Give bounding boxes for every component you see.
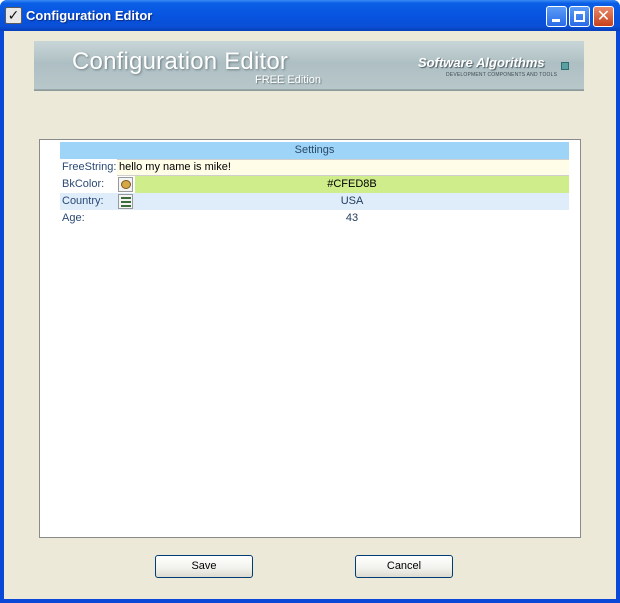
banner: Configuration Editor FREE Edition Softwa…: [34, 41, 584, 91]
property-value: hello my name is mike!: [119, 161, 231, 173]
brand-tagline: DEVELOPMENT COMPONENTS AND TOOLS: [446, 72, 558, 78]
maximize-icon: [574, 11, 585, 22]
brand-logo-text: Software Algorithms: [418, 55, 545, 70]
configuration-editor-window: ✓ Configuration Editor ✕ Configuration E…: [0, 0, 620, 603]
property-label-cell: FreeString:: [60, 159, 117, 176]
close-icon: ✕: [596, 8, 611, 25]
list-icon: [121, 197, 131, 207]
client-area: Configuration Editor FREE Edition Softwa…: [4, 31, 616, 599]
window-title: Configuration Editor: [26, 8, 153, 23]
banner-edition: FREE Edition: [255, 74, 322, 86]
freestring-input[interactable]: hello my name is mike!: [117, 159, 569, 176]
property-row-freestring[interactable]: FreeString: hello my name is mike!: [60, 159, 569, 176]
checkmark-icon[interactable]: ✓: [5, 7, 22, 24]
color-swatch[interactable]: #CFED8B: [135, 176, 569, 193]
property-value[interactable]: USA: [135, 193, 569, 210]
title-bar[interactable]: ✓ Configuration Editor ✕: [0, 0, 620, 31]
property-label: FreeString:: [62, 161, 117, 173]
close-button[interactable]: ✕: [593, 6, 614, 27]
property-value[interactable]: 43: [135, 210, 569, 227]
property-label: Age:: [62, 212, 85, 224]
property-row-age[interactable]: Age: 43: [60, 210, 569, 227]
list-dropdown-button[interactable]: [118, 194, 133, 209]
color-picker-button[interactable]: [118, 177, 133, 192]
save-button[interactable]: Save: [155, 555, 253, 578]
property-label: Country:: [62, 195, 104, 207]
maximize-button[interactable]: [569, 6, 590, 27]
banner-title: Configuration Editor: [72, 48, 289, 75]
cancel-button[interactable]: Cancel: [355, 555, 453, 578]
minimize-icon: [552, 19, 560, 22]
property-grid: Settings FreeString: hello my name is mi…: [39, 139, 581, 538]
palette-icon: [121, 180, 131, 189]
grid-category-header[interactable]: Settings: [60, 142, 569, 159]
property-row-bkcolor[interactable]: BkColor: #CFED8B: [60, 176, 569, 193]
brand-logo-icon: [561, 62, 569, 70]
property-label: BkColor:: [62, 178, 105, 190]
property-value: #CFED8B: [327, 178, 377, 190]
property-row-country[interactable]: Country: USA: [60, 193, 569, 210]
minimize-button[interactable]: [546, 6, 567, 27]
